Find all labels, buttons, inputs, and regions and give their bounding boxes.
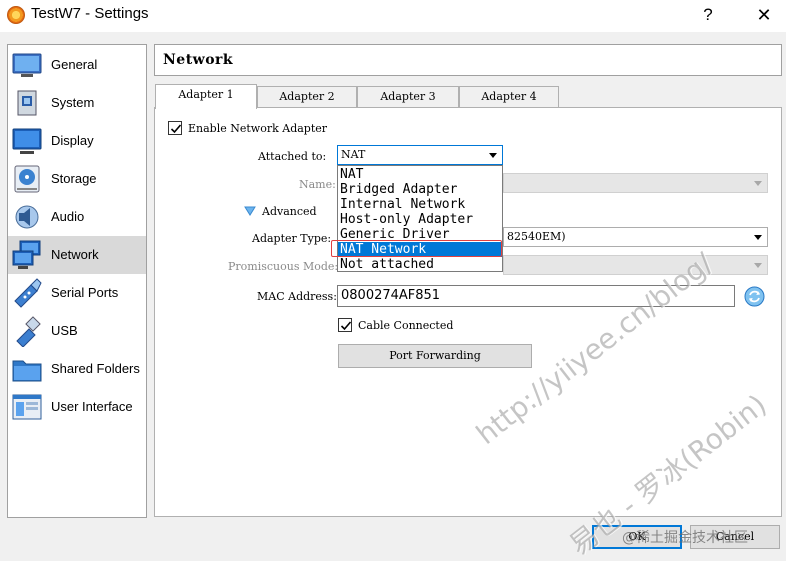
ok-button[interactable]: OK (592, 525, 682, 549)
cable-connected-label: Cable Connected (358, 319, 454, 332)
display-icon (12, 128, 42, 154)
usb-icon (16, 316, 41, 347)
adapter-type-label: Adapter Type: (252, 232, 332, 245)
advanced-toggle-label[interactable]: Advanced (262, 205, 317, 218)
mac-address-input[interactable]: 0800274AF851 (337, 285, 735, 307)
audio-icon (15, 205, 39, 229)
section-header: Network (154, 44, 782, 76)
sidebar-item-audio[interactable]: Audio (8, 198, 146, 236)
expand-triangle-icon[interactable] (244, 206, 256, 216)
sidebar-item-label: Storage (51, 171, 97, 186)
chevron-down-icon (754, 263, 762, 268)
storage-icon (14, 165, 40, 193)
highlight-annotation (331, 240, 502, 257)
chevron-down-icon (754, 181, 762, 186)
sidebar-item-label: Display (51, 133, 94, 148)
dropdown-option-internal-network[interactable]: Internal Network (338, 197, 502, 212)
sidebar-item-label: System (51, 95, 95, 110)
serial-ports-icon (14, 278, 42, 308)
dropdown-option-host-only-adapter[interactable]: Host-only Adapter (338, 212, 502, 227)
mac-address-label: MAC Address: (257, 290, 337, 303)
checkmark-icon (170, 124, 182, 134)
sidebar-item-system[interactable]: System (8, 84, 146, 122)
sidebar-item-serial-ports[interactable]: Serial Ports (8, 274, 146, 312)
cable-connected-checkbox[interactable] (338, 318, 352, 332)
sidebar-item-usb[interactable]: USB (8, 312, 146, 350)
page-title: Network (163, 52, 234, 68)
enable-adapter-label: Enable Network Adapter (188, 122, 328, 135)
settings-sidebar: General System Display Storage Audio Net… (7, 44, 147, 518)
sidebar-item-shared-folders[interactable]: Shared Folders (8, 350, 146, 388)
virtualbox-app-icon (7, 6, 25, 24)
sidebar-item-label: USB (51, 323, 78, 338)
sidebar-item-user-interface[interactable]: User Interface (8, 388, 146, 426)
sidebar-item-display[interactable]: Display (8, 122, 146, 160)
promiscuous-mode-label: Promiscuous Mode: (228, 260, 339, 273)
adapter-type-select[interactable]: 82540EM) (503, 227, 768, 247)
name-label: Name: (299, 178, 336, 191)
close-button[interactable]: ✕ (752, 3, 776, 27)
attached-to-label: Attached to: (258, 150, 327, 163)
chevron-down-icon (489, 153, 497, 158)
title-bar: TestW7 - Settings ? ✕ (0, 0, 786, 32)
tab-adapter-1[interactable]: Adapter 1 (155, 84, 257, 109)
sidebar-item-label: Shared Folders (51, 361, 140, 376)
sidebar-item-label: Audio (51, 209, 85, 224)
adapter-type-value: 82540EM) (507, 230, 566, 243)
sidebar-item-storage[interactable]: Storage (8, 160, 146, 198)
dropdown-option-not-attached[interactable]: Not attached (338, 257, 502, 272)
window-title: TestW7 - Settings (31, 5, 149, 22)
sidebar-item-label: General (51, 57, 98, 72)
shared-folders-icon (12, 360, 42, 382)
promiscuous-mode-select[interactable] (503, 255, 768, 275)
general-icon (12, 53, 42, 77)
sidebar-item-label: Network (51, 247, 99, 262)
attached-to-value: NAT (341, 148, 366, 161)
tab-adapter-4[interactable]: Adapter 4 (459, 86, 559, 108)
name-select[interactable] (503, 173, 768, 193)
help-button[interactable]: ? (696, 3, 720, 27)
sidebar-item-label: Serial Ports (51, 285, 119, 300)
dropdown-option-nat[interactable]: NAT (338, 167, 502, 182)
tab-adapter-2[interactable]: Adapter 2 (257, 86, 357, 108)
port-forwarding-button[interactable]: Port Forwarding (338, 344, 532, 368)
sidebar-item-label: User Interface (51, 399, 133, 414)
sidebar-item-general[interactable]: General (8, 46, 146, 84)
dropdown-option-bridged-adapter[interactable]: Bridged Adapter (338, 182, 502, 197)
checkmark-icon (340, 321, 352, 331)
user-interface-icon (12, 394, 42, 420)
tab-adapter-3[interactable]: Adapter 3 (357, 86, 459, 108)
refresh-mac-icon[interactable] (744, 286, 765, 307)
chevron-down-icon (754, 235, 762, 240)
system-icon (17, 90, 37, 116)
sidebar-item-network[interactable]: Network (8, 236, 146, 274)
network-icon (12, 240, 41, 269)
cancel-button[interactable]: Cancel (690, 525, 780, 549)
enable-adapter-checkbox[interactable] (168, 121, 182, 135)
attached-to-select[interactable]: NAT (337, 145, 503, 165)
